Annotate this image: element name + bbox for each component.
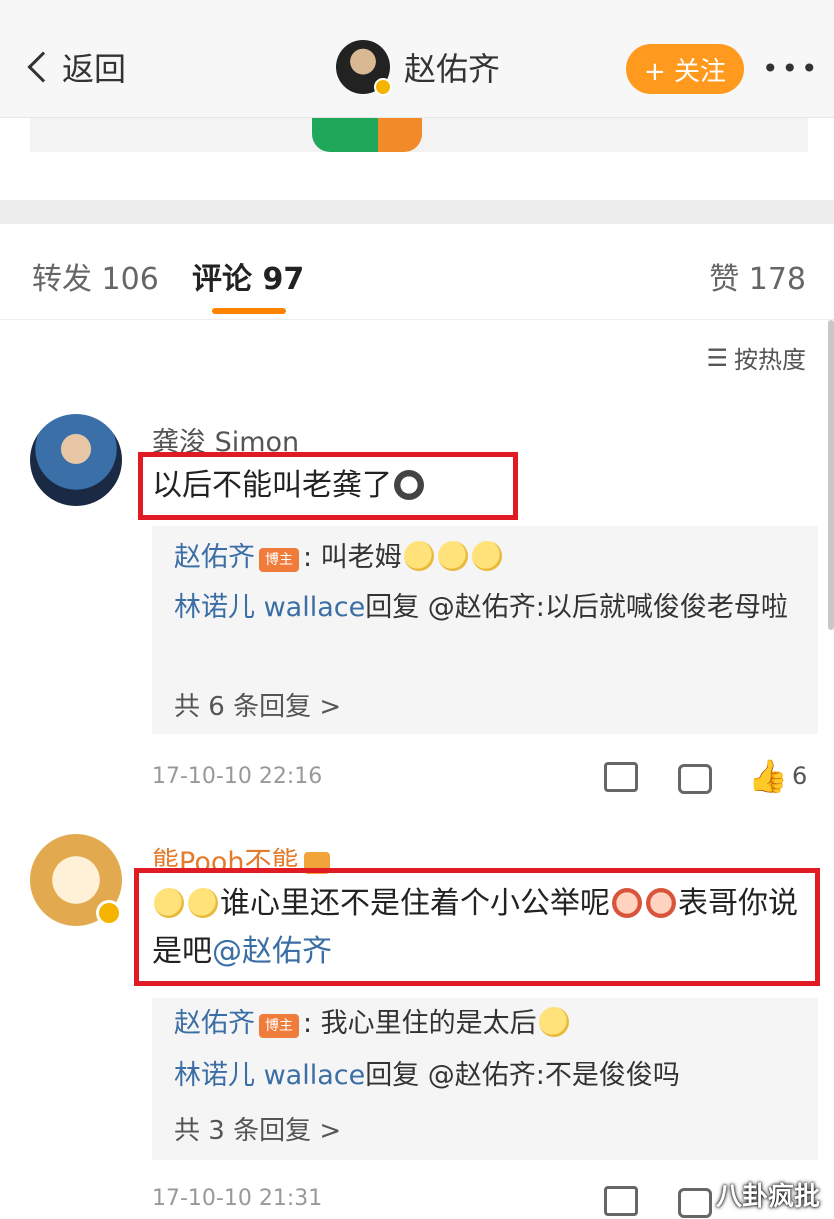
scrollbar[interactable] xyxy=(828,320,834,630)
reply-text: 回复 @赵佑齐:以后就喊俊俊老母啦 xyxy=(365,592,788,623)
reply-item: 林诺儿 wallace回复 @赵佑齐:以后就喊俊俊老母啦 xyxy=(174,586,804,630)
share-icon[interactable] xyxy=(604,762,638,792)
sort-icon: ☰ xyxy=(706,343,728,372)
pig-emoji-icon xyxy=(646,888,676,918)
host-badge: 博主 xyxy=(259,548,299,572)
reply-author[interactable]: 赵佑齐 xyxy=(174,1008,255,1039)
back-label: 返回 xyxy=(62,50,127,88)
top-bar: 返回 赵佑齐 + 关注 ••• xyxy=(0,0,834,118)
section-divider xyxy=(0,200,834,224)
follow-button[interactable]: + 关注 xyxy=(626,44,744,94)
host-badge: 博主 xyxy=(259,1014,299,1038)
sort-label: 按热度 xyxy=(734,346,806,374)
comment-text: 谁心里还不是住着个小公举呢 表哥你说是吧@赵佑齐 xyxy=(152,880,812,976)
reply-author[interactable]: 赵佑齐 xyxy=(174,542,255,573)
husky-emoji-icon xyxy=(394,470,424,500)
comment-body: 谁心里还不是住着个小公举呢 xyxy=(220,886,610,921)
post-thumbnail[interactable] xyxy=(312,118,422,152)
profile-name: 赵佑齐 xyxy=(404,50,501,88)
watermark: 八卦疯批 xyxy=(716,1182,821,1212)
comment-icon[interactable] xyxy=(678,1188,712,1218)
sort-button[interactable]: ☰ 按热度 xyxy=(706,340,806,375)
thinking-emoji-icon xyxy=(188,888,218,918)
thinking-emoji-icon xyxy=(437,541,468,571)
comment-icon[interactable] xyxy=(678,764,712,794)
pig-emoji-icon xyxy=(612,888,642,918)
like-count: 6 xyxy=(792,762,808,790)
thinking-emoji-icon xyxy=(538,1007,569,1037)
verified-icon xyxy=(96,900,122,926)
like-icon[interactable]: 👍 xyxy=(748,760,788,792)
more-replies-link[interactable]: 共 6 条回复 > xyxy=(174,686,341,723)
reply-item: 林诺儿 wallace回复 @赵佑齐:不是俊俊吗 xyxy=(174,1054,804,1098)
thinking-emoji-icon xyxy=(154,888,184,918)
active-tab-indicator xyxy=(212,308,286,314)
reply-author[interactable]: 林诺儿 wallace xyxy=(174,592,365,623)
back-button[interactable]: 返回 xyxy=(24,44,126,90)
reply-box[interactable]: 赵佑齐 博主: 我心里住的是太后 林诺儿 wallace回复 @赵佑齐:不是俊俊吗… xyxy=(152,998,818,1160)
chevron-left-icon xyxy=(27,51,59,83)
share-icon[interactable] xyxy=(604,1186,638,1216)
verified-icon xyxy=(374,78,392,96)
comment-timestamp: 17-10-10 22:16 xyxy=(152,764,323,789)
comment-body: 以后不能叫老龚了 xyxy=(152,468,392,503)
tab-comment[interactable]: 评论 97 xyxy=(192,254,304,298)
avatar[interactable] xyxy=(30,414,122,506)
tab-repost[interactable]: 转发 106 xyxy=(32,254,159,298)
tab-like[interactable]: 赞 178 xyxy=(709,254,806,298)
more-replies-link[interactable]: 共 3 条回复 > xyxy=(174,1110,341,1147)
thinking-emoji-icon xyxy=(471,541,502,571)
reply-text: : 我心里住的是太后 xyxy=(303,1008,537,1039)
more-icon[interactable]: ••• xyxy=(762,52,821,85)
thinking-emoji-icon xyxy=(403,541,434,571)
reply-author[interactable]: 林诺儿 wallace xyxy=(174,1060,365,1091)
reply-item: 赵佑齐 博主: 叫老姆 xyxy=(174,536,804,580)
reply-text: : 叫老姆 xyxy=(303,542,402,573)
comment-timestamp: 17-10-10 21:31 xyxy=(152,1186,323,1211)
avatar[interactable] xyxy=(336,40,392,96)
profile-header[interactable]: 赵佑齐 xyxy=(336,40,501,96)
tab-bar: 转发 106 评论 97 赞 178 xyxy=(0,224,834,320)
comment-text: 以后不能叫老龚了 xyxy=(152,462,426,510)
reply-box[interactable]: 赵佑齐 博主: 叫老姆 林诺儿 wallace回复 @赵佑齐:以后就喊俊俊老母啦 … xyxy=(152,526,818,734)
reply-item: 赵佑齐 博主: 我心里住的是太后 xyxy=(174,1002,804,1046)
reply-text: 回复 @赵佑齐:不是俊俊吗 xyxy=(365,1060,680,1091)
mention-link[interactable]: @赵佑齐 xyxy=(212,934,332,969)
